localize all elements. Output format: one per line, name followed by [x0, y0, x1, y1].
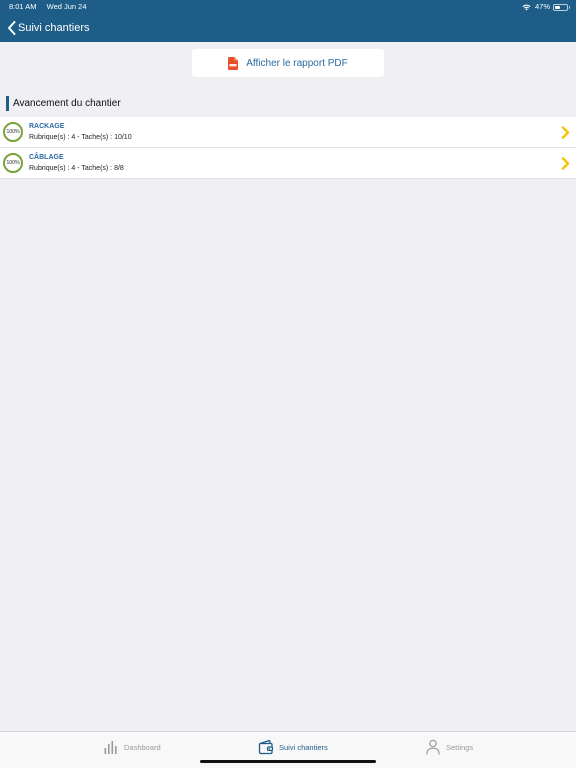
progress-value: 100%: [6, 160, 20, 166]
app-screen: 8:01 AM Wed Jun 24 47% Suivi chantiers A…: [0, 0, 576, 768]
battery-icon: [553, 3, 570, 11]
section-title: Avancement du chantier: [6, 96, 121, 111]
list-item[interactable]: 100% RACKAGE Rubrique(s) : 4 - Tache(s) …: [0, 117, 576, 148]
tab-dashboard-label: Dashboard: [124, 742, 161, 752]
progress-ring: 100%: [3, 153, 23, 173]
top-bar: 8:01 AM Wed Jun 24 47% Suivi chantiers: [0, 0, 576, 42]
item-title: CÂBLAGE: [29, 154, 64, 161]
tab-dashboard[interactable]: Dashboard: [103, 739, 161, 755]
tab-suivi-chantiers[interactable]: Suivi chantiers: [258, 739, 328, 755]
status-bar: 8:01 AM Wed Jun 24 47%: [0, 0, 576, 14]
battery-level: [555, 5, 561, 9]
item-subtitle: Rubrique(s) : 4 - Tache(s) : 8/8: [29, 165, 124, 172]
back-button[interactable]: Suivi chantiers: [7, 21, 90, 35]
list-item[interactable]: 100% CÂBLAGE Rubrique(s) : 4 - Tache(s) …: [0, 148, 576, 179]
wallet-icon: [258, 739, 274, 755]
chevron-right-icon: [561, 157, 570, 170]
wifi-icon: [522, 4, 531, 10]
progress-list: 100% RACKAGE Rubrique(s) : 4 - Tache(s) …: [0, 117, 576, 179]
pdf-button-label: Afficher le rapport PDF: [246, 57, 348, 69]
tab-suivi-label: Suivi chantiers: [279, 742, 328, 752]
home-indicator: [200, 760, 376, 763]
user-icon: [426, 739, 440, 755]
chevron-right-icon: [561, 126, 570, 139]
tab-settings[interactable]: Settings: [425, 739, 473, 755]
progress-ring: 100%: [3, 122, 23, 142]
status-time: 8:01 AM: [9, 2, 37, 11]
item-subtitle: Rubrique(s) : 4 - Tache(s) : 10/10: [29, 134, 132, 141]
battery-percent: 47%: [534, 2, 550, 11]
bar-chart-icon: [104, 741, 117, 754]
item-title: RACKAGE: [29, 123, 65, 130]
status-date: Wed Jun 24: [46, 2, 87, 11]
navigation-bar: Suivi chantiers: [0, 14, 576, 42]
pdf-file-icon: [228, 56, 239, 70]
show-pdf-report-button[interactable]: Afficher le rapport PDF: [192, 49, 384, 77]
progress-value: 100%: [6, 129, 20, 135]
back-label: Suivi chantiers: [18, 22, 90, 34]
chevron-left-icon: [8, 21, 16, 35]
tab-settings-label: Settings: [446, 742, 474, 752]
